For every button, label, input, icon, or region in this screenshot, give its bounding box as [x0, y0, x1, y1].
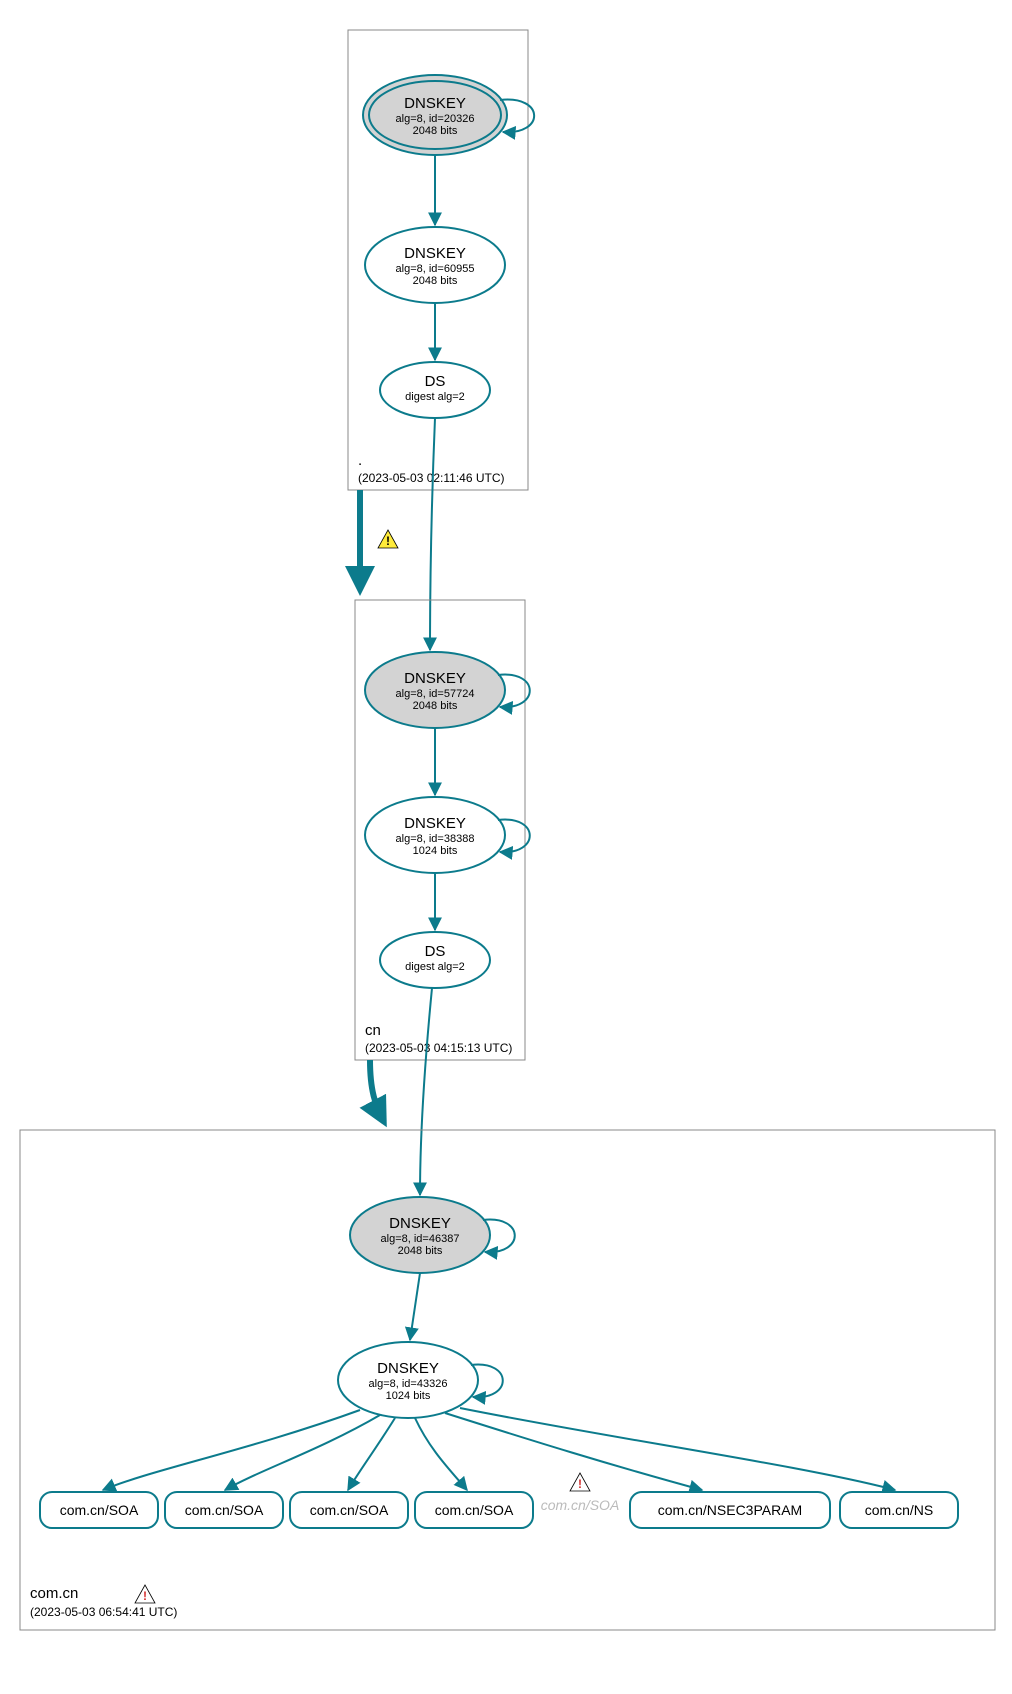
leaf-soa4: com.cn/SOA: [415, 1492, 533, 1528]
edge-cn-ds-to-comcn-ksk: [420, 988, 432, 1195]
svg-text:DS: DS: [425, 373, 446, 390]
leaf-soa2: com.cn/SOA: [165, 1492, 283, 1528]
svg-text:com.cn/SOA: com.cn/SOA: [435, 1502, 514, 1518]
zone-root: . (2023-05-03 02:11:46 UTC) DNSKEY alg=8…: [348, 30, 534, 490]
node-root-ksk: DNSKEY alg=8, id=20326 2048 bits: [363, 75, 534, 155]
leaf-nsec3param: com.cn/NSEC3PARAM: [630, 1492, 830, 1528]
svg-text:com.cn/SOA: com.cn/SOA: [541, 1497, 620, 1513]
edge-cn-to-comcn-delegation: [370, 1060, 384, 1122]
zone-comcn-name: com.cn: [30, 1585, 78, 1602]
svg-text:!: !: [578, 1477, 582, 1491]
svg-text:2048 bits: 2048 bits: [398, 1245, 443, 1257]
node-cn-ds: DS digest alg=2: [380, 932, 490, 988]
svg-text:DNSKEY: DNSKEY: [377, 1360, 439, 1377]
svg-text:DNSKEY: DNSKEY: [389, 1215, 451, 1232]
svg-text:1024 bits: 1024 bits: [413, 845, 458, 857]
svg-text:com.cn/SOA: com.cn/SOA: [185, 1502, 264, 1518]
svg-text:digest alg=2: digest alg=2: [405, 961, 465, 973]
svg-text:alg=8, id=46387: alg=8, id=46387: [381, 1233, 460, 1245]
leaf-soa5-faded: ! com.cn/SOA: [541, 1473, 620, 1513]
zone-comcn: com.cn (2023-05-03 06:54:41 UTC) ! DNSKE…: [20, 1130, 995, 1630]
svg-text:alg=8, id=20326: alg=8, id=20326: [396, 113, 475, 125]
edge-to-soa2: [225, 1415, 380, 1490]
svg-text:DNSKEY: DNSKEY: [404, 670, 466, 687]
svg-text:2048 bits: 2048 bits: [413, 700, 458, 712]
leaf-soa1: com.cn/SOA: [40, 1492, 158, 1528]
zone-cn-name: cn: [365, 1022, 381, 1039]
zone-cn: cn (2023-05-03 04:15:13 UTC) DNSKEY alg=…: [355, 600, 530, 1060]
warning-icon-yellow: !: [378, 530, 398, 548]
edge-to-soa4: [415, 1418, 467, 1490]
node-root-zsk: DNSKEY alg=8, id=60955 2048 bits: [365, 227, 505, 303]
node-cn-ksk: DNSKEY alg=8, id=57724 2048 bits: [365, 652, 530, 728]
svg-text:DS: DS: [425, 943, 446, 960]
zone-comcn-ts: (2023-05-03 06:54:41 UTC): [30, 1605, 177, 1619]
svg-text:DNSKEY: DNSKEY: [404, 95, 466, 112]
svg-text:alg=8, id=60955: alg=8, id=60955: [396, 263, 475, 275]
svg-text:com.cn/SOA: com.cn/SOA: [310, 1502, 389, 1518]
leaf-soa3: com.cn/SOA: [290, 1492, 408, 1528]
edge-to-nsec3: [445, 1413, 702, 1490]
zone-cn-ts: (2023-05-03 04:15:13 UTC): [365, 1041, 512, 1055]
edge-root-ds-to-cn-ksk: [430, 418, 435, 650]
svg-text:alg=8, id=57724: alg=8, id=57724: [396, 688, 475, 700]
error-icon-zone: !: [135, 1585, 155, 1603]
svg-text:DNSKEY: DNSKEY: [404, 815, 466, 832]
svg-text:2048 bits: 2048 bits: [413, 275, 458, 287]
node-comcn-zsk: DNSKEY alg=8, id=43326 1024 bits: [338, 1342, 503, 1418]
svg-text:com.cn/SOA: com.cn/SOA: [60, 1502, 139, 1518]
svg-text:com.cn/NSEC3PARAM: com.cn/NSEC3PARAM: [658, 1502, 802, 1518]
svg-text:!: !: [386, 534, 390, 548]
svg-text:digest alg=2: digest alg=2: [405, 391, 465, 403]
zone-root-name: .: [358, 452, 362, 469]
svg-text:alg=8, id=43326: alg=8, id=43326: [369, 1378, 448, 1390]
svg-text:com.cn/NS: com.cn/NS: [865, 1502, 933, 1518]
edge-to-ns: [460, 1408, 895, 1490]
edge-to-soa1: [103, 1410, 360, 1490]
node-cn-zsk: DNSKEY alg=8, id=38388 1024 bits: [365, 797, 530, 873]
error-icon-soa: !: [570, 1473, 590, 1491]
svg-text:1024 bits: 1024 bits: [386, 1390, 431, 1402]
dnssec-chain-diagram: . (2023-05-03 02:11:46 UTC) DNSKEY alg=8…: [0, 0, 1012, 1694]
node-comcn-ksk: DNSKEY alg=8, id=46387 2048 bits: [350, 1197, 515, 1273]
svg-text:!: !: [143, 1589, 147, 1603]
svg-text:2048 bits: 2048 bits: [413, 125, 458, 137]
svg-text:DNSKEY: DNSKEY: [404, 245, 466, 262]
node-root-ds: DS digest alg=2: [380, 362, 490, 418]
leaf-ns: com.cn/NS: [840, 1492, 958, 1528]
zone-root-ts: (2023-05-03 02:11:46 UTC): [358, 471, 505, 485]
svg-text:alg=8, id=38388: alg=8, id=38388: [396, 833, 475, 845]
